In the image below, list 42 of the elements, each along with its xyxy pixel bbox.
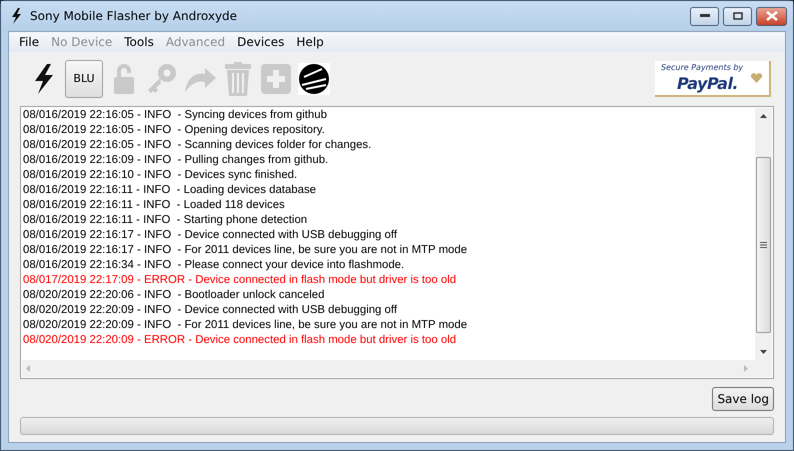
log-line: 08/016/2019 22:16:17 - INFO - For 2011 devices line, be sure you are not in MTP mode [23, 243, 468, 258]
vertical-scrollbar[interactable] [755, 108, 772, 360]
menu-item[interactable]: Devices [231, 33, 290, 51]
log-line: 08/016/2019 22:16:05 - INFO - Opening devices repository. [23, 123, 326, 138]
maximize-button[interactable] [723, 6, 752, 26]
log-line: 08/016/2019 22:16:09 - INFO - Pulling changes from github. [23, 153, 330, 168]
menu-item[interactable]: Help [290, 33, 330, 51]
scroll-down-icon[interactable] [760, 350, 767, 354]
minimize-button[interactable] [690, 6, 719, 26]
heart-icon [751, 73, 762, 83]
log-line: 08/020/2019 22:20:09 - ERROR - Device connected in flash mode but driver is too old [23, 333, 458, 348]
paypal-banner[interactable]: Secure Payments by PayPal. [655, 61, 771, 97]
log-line: 08/016/2019 22:16:34 - INFO - Please connect your device into flashmode. [23, 258, 406, 273]
log-line: 08/020/2019 22:20:06 - INFO - Bootloader unlock canceled [23, 288, 326, 303]
paypal-caption: Secure Payments by [661, 64, 744, 72]
log-line: 08/016/2019 22:16:05 - INFO - Syncing devices from github [23, 108, 328, 123]
log-line: 08/016/2019 22:16:05 - INFO - Scanning devices folder for changes. [23, 138, 372, 153]
minimize-icon [700, 14, 710, 18]
maximize-icon [732, 12, 742, 20]
log-line: 08/020/2019 22:20:09 - INFO - For 2011 devices line, be sure you are not in MTP mode [23, 318, 468, 333]
scroll-left-icon[interactable] [26, 365, 30, 372]
logo-button[interactable] [297, 62, 331, 96]
log-line: 08/016/2019 22:16:17 - INFO - Device connected with USB debugging off [23, 228, 398, 243]
log-line: 08/017/2019 22:17:09 - ERROR - Device connected in flash mode but driver is too old [23, 273, 458, 288]
log-line: 08/016/2019 22:16:10 - INFO - Devices sync finished. [23, 168, 298, 183]
log-line: 08/016/2019 22:16:11 - INFO - Loaded 118 devices [23, 198, 286, 213]
log-line: 08/020/2019 22:20:09 - INFO - Device connected with USB debugging off [23, 303, 398, 318]
horizontal-scrollbar[interactable] [22, 360, 772, 377]
close-button[interactable] [756, 6, 787, 26]
log-line: 08/016/2019 22:16:11 - INFO - Starting phone detection [23, 213, 308, 228]
paypal-wordmark: PayPal. [677, 76, 739, 92]
menu-item[interactable]: File [13, 33, 46, 51]
toolbar-button[interactable]: BLU [65, 60, 103, 98]
scroll-up-icon[interactable] [760, 114, 767, 118]
menu-item[interactable]: Tools [118, 33, 160, 51]
save-log-button[interactable]: Save log [712, 387, 774, 411]
log-line: 08/016/2019 22:16:11 - INFO - Loading devices database [23, 183, 317, 198]
grip-icon [760, 242, 767, 248]
lightning-icon [11, 8, 22, 24]
close-icon [766, 11, 778, 21]
scroll-right-icon[interactable] [744, 365, 748, 372]
window-title: Sony Mobile Flasher by Androxyde [30, 8, 238, 25]
